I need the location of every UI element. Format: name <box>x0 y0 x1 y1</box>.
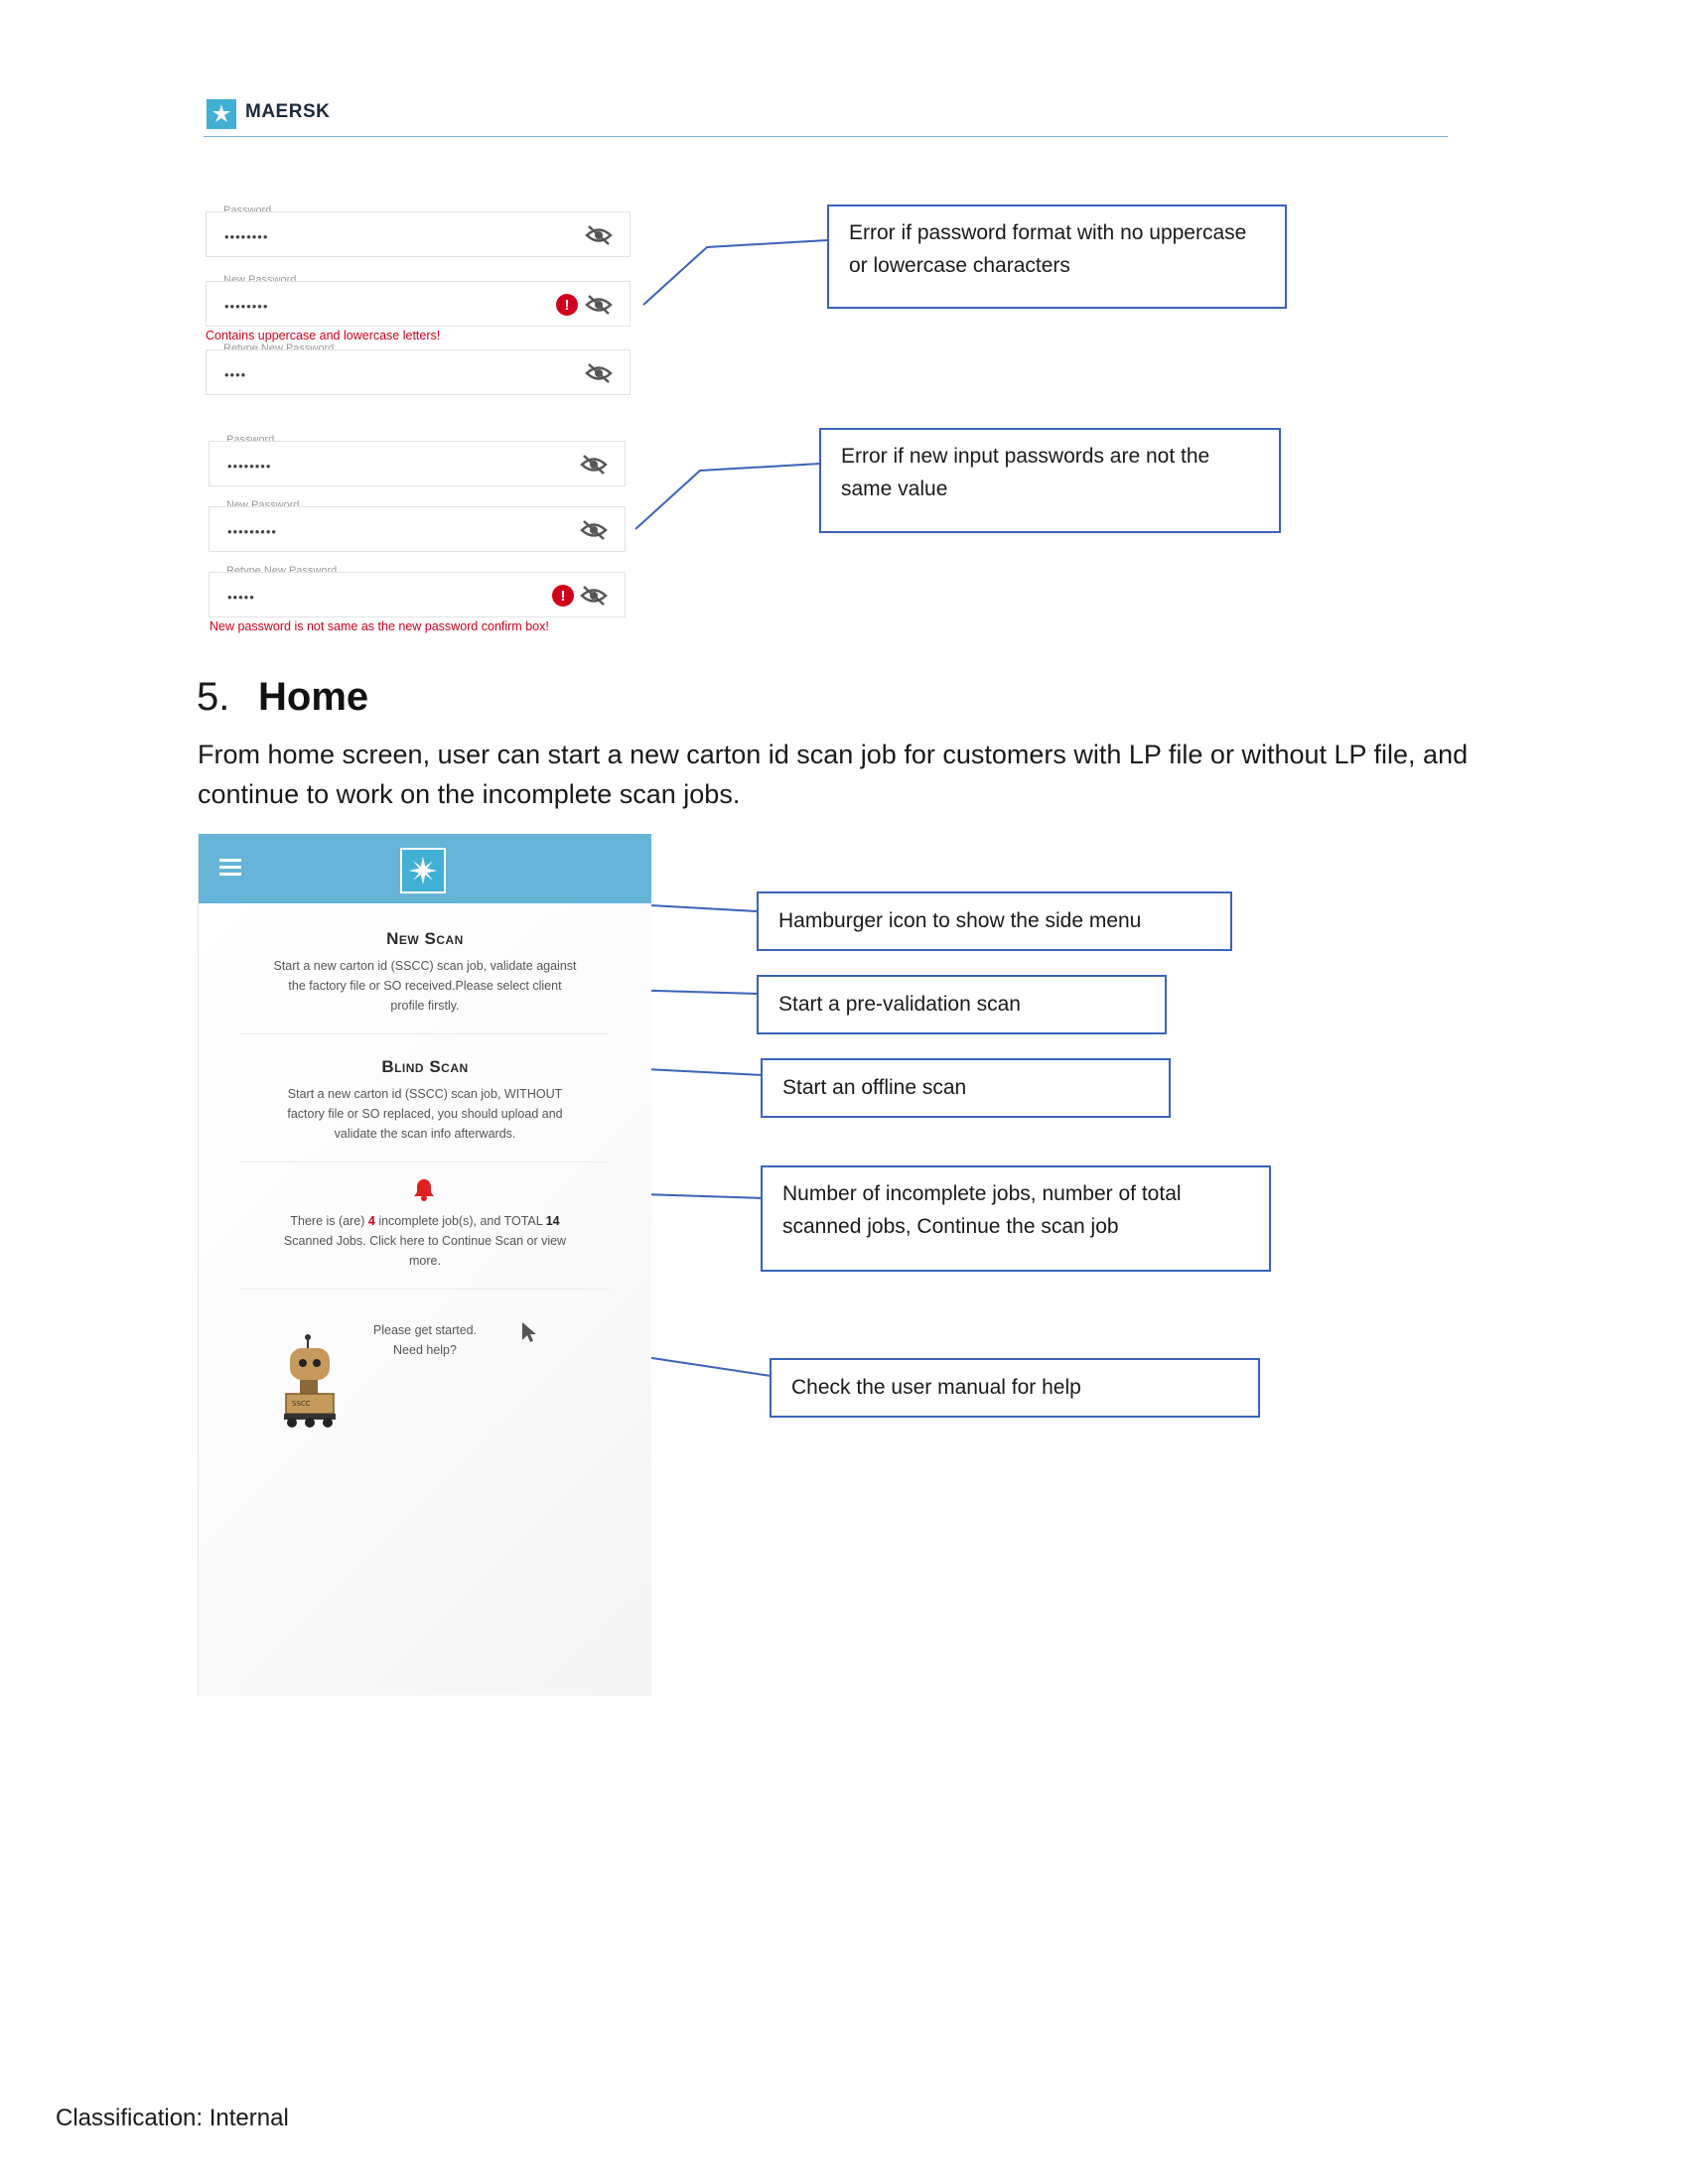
new-scan-line: profile firstly. <box>390 999 460 1013</box>
cursor-icon <box>522 1322 536 1342</box>
jobs-text: incomplete job(s), and TOTAL <box>378 1214 543 1228</box>
card-divider <box>240 1289 610 1290</box>
app-bar <box>199 834 651 903</box>
new-scan-line: Start a new carton id (SSCC) scan job, v… <box>273 959 577 973</box>
callout-password-mismatch: Error if new input passwords are not the… <box>819 428 1281 533</box>
blind-scan-line: Start a new carton id (SSCC) scan job, W… <box>287 1087 563 1101</box>
jobs-summary-line[interactable]: Scanned Jobs. Click here to Continue Sca… <box>199 1231 651 1251</box>
blind-scan-title[interactable]: Blind Scan <box>199 1057 651 1077</box>
help-line: Please get started. <box>372 1323 478 1337</box>
maersk-star-icon <box>409 857 437 885</box>
jobs-summary-line: There is (are) 4 incomplete job(s), and … <box>199 1211 651 1231</box>
robot-mascot-icon: SSCC <box>284 1334 336 1428</box>
bell-icon <box>414 1179 434 1201</box>
callout-offline: Start an offline scan <box>761 1058 1171 1118</box>
callout-password-format: Error if password format with no upperca… <box>827 205 1287 309</box>
callout-prevalidation: Start a pre-validation scan <box>757 975 1167 1034</box>
blind-scan-line: validate the scan info afterwards. <box>334 1127 516 1141</box>
callout-incomplete: Number of incomplete jobs, number of tot… <box>761 1165 1271 1272</box>
section-paragraph: From home screen, user can start a new c… <box>198 740 1469 809</box>
card-divider <box>240 1033 610 1034</box>
app-home-screenshot: New Scan Start a new carton id (SSCC) sc… <box>198 834 651 1696</box>
callout-hamburger: Hamburger icon to show the side menu <box>757 891 1232 951</box>
jobs-text: There is (are) <box>290 1214 365 1228</box>
section-number: 5. <box>197 675 230 719</box>
classification-footer: Classification: Internal <box>56 2105 289 2131</box>
maersk-app-logo <box>400 848 446 893</box>
help-link[interactable]: Need help? <box>199 1340 651 1360</box>
section-title: Home <box>258 675 369 719</box>
card-divider <box>240 1161 610 1162</box>
new-scan-title[interactable]: New Scan <box>199 929 651 949</box>
incomplete-count: 4 <box>367 1214 375 1228</box>
callout-help: Check the user manual for help <box>770 1358 1260 1418</box>
new-scan-line: the factory file or SO received.Please s… <box>288 979 562 993</box>
jobs-summary-line: more. <box>409 1254 441 1268</box>
app-background <box>199 903 651 1696</box>
svg-text:SSCC: SSCC <box>292 1400 311 1408</box>
total-count: 14 <box>545 1214 560 1228</box>
blind-scan-line: factory file or SO replaced, you should … <box>287 1107 563 1121</box>
hamburger-icon[interactable] <box>219 859 241 879</box>
